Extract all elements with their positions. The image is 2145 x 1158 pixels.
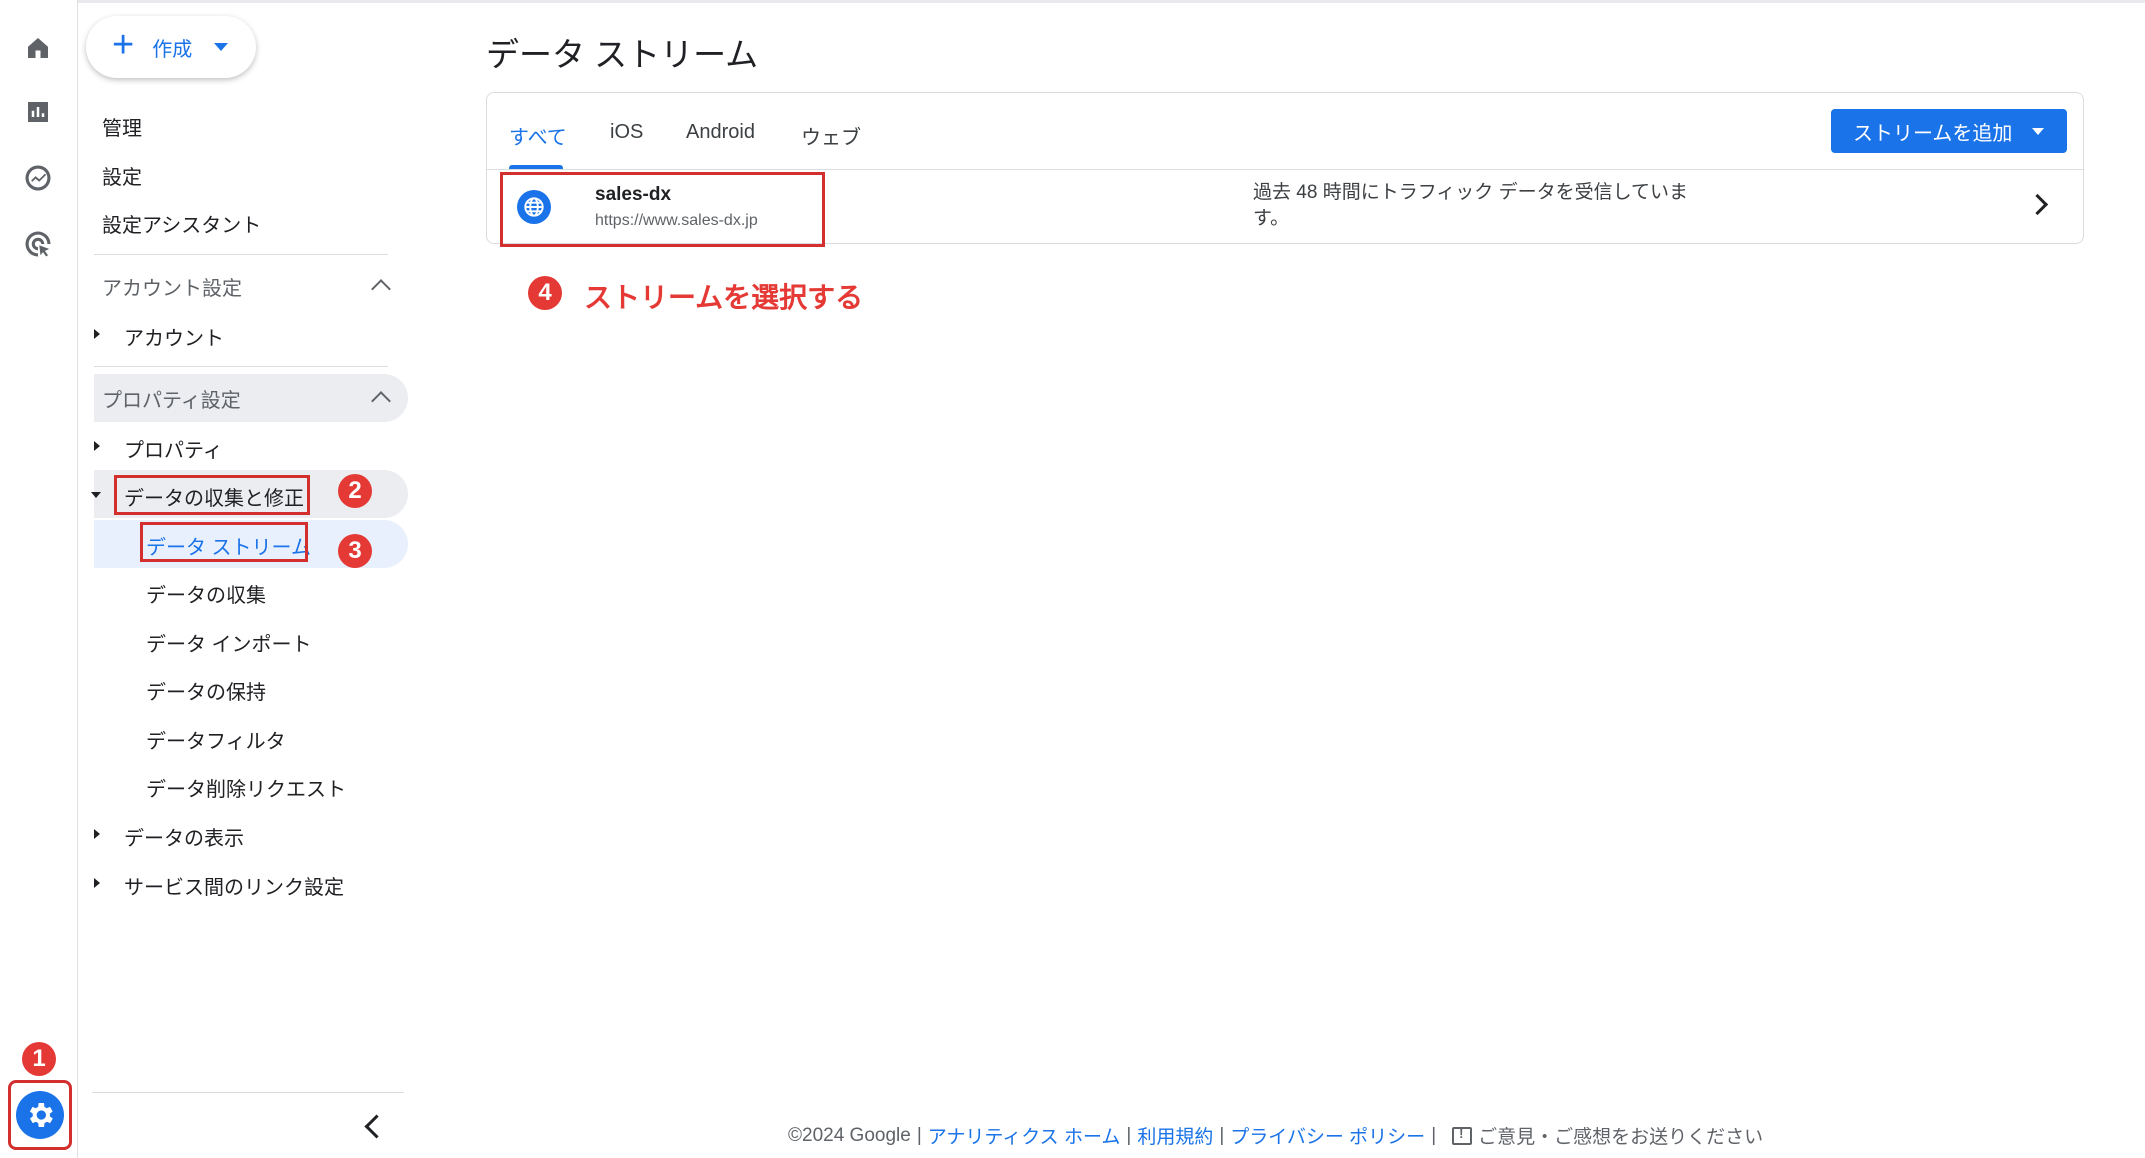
footer-link-analytics-home[interactable]: アナリティクス ホーム	[928, 1122, 1121, 1149]
collapse-arrow-icon	[91, 492, 101, 498]
footer: ©2024 Google | アナリティクス ホーム | 利用規約 | プライバ…	[788, 1122, 1763, 1149]
gear-icon	[16, 1091, 64, 1139]
nav-subitem-data-collection[interactable]: データの収集	[146, 579, 266, 608]
reports-icon[interactable]	[20, 94, 56, 130]
chevron-up-icon	[371, 279, 391, 299]
nav-subitem-data-retention[interactable]: データの保持	[146, 676, 266, 705]
expand-arrow-icon	[94, 441, 100, 451]
create-button[interactable]: + 作成	[86, 16, 256, 78]
home-icon[interactable]	[20, 30, 56, 66]
divider	[94, 254, 388, 255]
footer-feedback[interactable]: ご意見・ご感想をお送りください	[1478, 1122, 1763, 1149]
chevron-up-icon	[371, 391, 391, 411]
tab-ios[interactable]: iOS	[610, 121, 643, 144]
add-stream-label: ストリームを追加	[1853, 122, 2013, 145]
nav-item-admin[interactable]: 管理	[102, 112, 142, 141]
footer-copyright: ©2024 Google	[788, 1124, 911, 1146]
page-title: データ ストリーム	[486, 36, 759, 73]
tab-all[interactable]: すべて	[509, 121, 567, 150]
highlight-box-step2	[114, 475, 310, 515]
nav-subitem-data-import[interactable]: データ インポート	[146, 628, 312, 657]
nav-item-settings[interactable]: 設定	[102, 161, 142, 190]
highlight-box-step4	[500, 172, 825, 247]
nav-subitem-data-deletion-requests[interactable]: データ削除リクエスト	[146, 773, 346, 802]
footer-separator: |	[916, 1124, 922, 1146]
stream-status: 過去 48 時間にトラフィック データを受信していま す。	[1253, 182, 1689, 229]
chevron-right-icon	[2026, 193, 2049, 216]
feedback-icon	[1452, 1126, 1473, 1145]
footer-separator: |	[1126, 1124, 1132, 1146]
annotation-select-stream: ストリームを選択する	[584, 282, 864, 313]
expand-arrow-icon	[94, 829, 100, 839]
account-section-title: アカウント設定	[102, 277, 242, 300]
add-stream-button[interactable]: ストリームを追加	[1831, 109, 2067, 153]
step-badge-3: 3	[338, 534, 372, 568]
footer-separator: |	[1431, 1124, 1437, 1146]
stream-tabs: すべて iOS Android ウェブ ストリームを追加	[487, 93, 2083, 170]
account-section-header[interactable]: アカウント設定	[94, 262, 408, 310]
settings-button[interactable]	[8, 1080, 72, 1150]
footer-link-terms[interactable]: 利用規約	[1137, 1122, 1213, 1149]
nav-item-data-display[interactable]: データの表示	[124, 822, 244, 851]
create-button-label: 作成	[152, 38, 193, 61]
nav-item-setup-assistant[interactable]: 設定アシスタント	[102, 209, 261, 238]
advertising-icon[interactable]	[20, 226, 56, 262]
caret-down-icon	[2032, 127, 2045, 135]
highlight-box-step3	[140, 522, 308, 562]
step-badge-2: 2	[338, 474, 372, 508]
footer-link-privacy[interactable]: プライバシー ポリシー	[1230, 1122, 1425, 1149]
property-section-title: プロパティ設定	[102, 389, 241, 412]
expand-arrow-icon	[94, 329, 100, 339]
nav-subitem-data-filters[interactable]: データフィルタ	[146, 725, 286, 754]
left-rail	[0, 0, 78, 1158]
left-nav: + 作成 管理 設定 設定アシスタント アカウント設定 アカウント プロパティ設…	[78, 0, 408, 1158]
step-badge-1: 1	[22, 1042, 56, 1076]
nav-item-property[interactable]: プロパティ	[124, 434, 223, 463]
step-badge-4: 4	[528, 276, 562, 310]
collapse-nav-chevron-icon[interactable]	[364, 1114, 389, 1139]
divider	[94, 366, 388, 367]
caret-down-icon	[214, 43, 229, 51]
footer-separator: |	[1219, 1124, 1225, 1146]
explore-icon[interactable]	[20, 160, 56, 196]
expand-arrow-icon	[94, 878, 100, 888]
property-section-header[interactable]: プロパティ設定	[94, 374, 408, 422]
plus-icon: +	[112, 24, 135, 66]
nav-item-product-links[interactable]: サービス間のリンク設定	[124, 871, 344, 900]
nav-item-account[interactable]: アカウント	[124, 322, 224, 351]
active-tab-indicator	[509, 165, 563, 169]
tab-android[interactable]: Android	[686, 121, 755, 144]
tab-web[interactable]: ウェブ	[801, 121, 861, 150]
divider	[92, 1092, 404, 1093]
